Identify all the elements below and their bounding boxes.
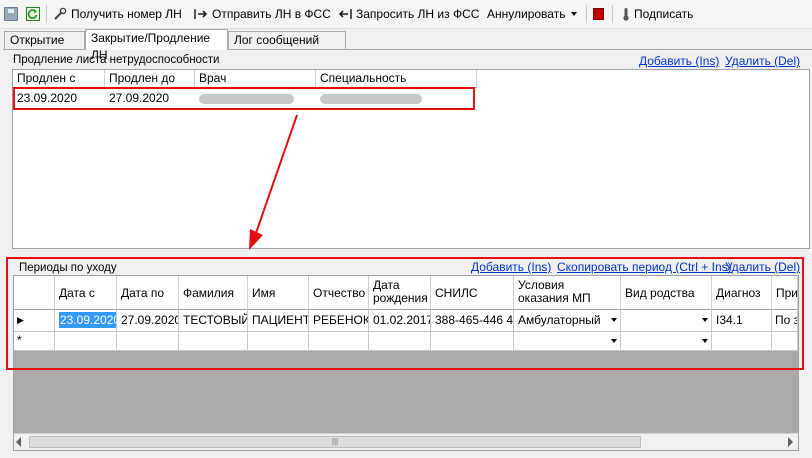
extension-delete-link[interactable]: Удалить (Del)	[725, 54, 800, 68]
extension-add-link[interactable]: Добавить (Ins)	[639, 54, 719, 68]
col-specialty[interactable]: Специальность	[316, 70, 477, 88]
get-number-button[interactable]: Получить номер ЛН	[53, 4, 182, 24]
col-extended-from[interactable]: Продлен с	[13, 70, 105, 88]
refresh-icon	[26, 7, 40, 21]
annotation-arrow	[249, 114, 298, 250]
sign-button[interactable]: Подписать	[622, 4, 693, 24]
request-fss-button[interactable]: Запросить ЛН из ФСС	[338, 4, 479, 24]
save-button[interactable]	[4, 4, 18, 24]
cancel-label: Аннулировать	[487, 7, 566, 21]
highlight-box-care-periods	[6, 257, 804, 370]
arrow-right-icon	[194, 7, 208, 21]
send-fss-label: Отправить ЛН в ФСС	[212, 7, 331, 21]
scroll-left-icon[interactable]	[16, 437, 21, 447]
extension-section-title: Продление листа нетрудоспособности	[13, 54, 220, 66]
request-fss-label: Запросить ЛН из ФСС	[356, 7, 480, 21]
floppy-disk-icon	[4, 7, 18, 21]
tools-icon	[53, 7, 67, 21]
send-fss-button[interactable]: Отправить ЛН в ФСС	[194, 4, 331, 24]
get-number-label: Получить номер ЛН	[71, 7, 182, 21]
stop-icon	[593, 8, 604, 20]
chevron-down-icon	[571, 12, 578, 16]
col-extended-to[interactable]: Продлен до	[105, 70, 195, 88]
arrow-left-icon	[338, 7, 352, 21]
tab-closing-extension[interactable]: Закрытие/Продление ЛН	[85, 29, 228, 62]
col-doctor[interactable]: Врач	[195, 70, 316, 88]
tab-fss-log[interactable]: Лог сообщений ФСС	[228, 31, 346, 64]
cancel-dropdown-button[interactable]: Аннулировать	[487, 4, 578, 24]
stop-button[interactable]	[593, 4, 604, 24]
tab-opening[interactable]: Открытие ЛН	[4, 31, 85, 64]
thermometer-icon	[622, 7, 630, 21]
refresh-button[interactable]	[26, 4, 40, 24]
sign-label: Подписать	[634, 7, 694, 21]
scroll-thumb[interactable]: |||	[29, 436, 641, 448]
horizontal-scrollbar[interactable]: |||	[14, 433, 798, 450]
scroll-right-icon[interactable]	[788, 437, 793, 447]
toolbar: Получить номер ЛН Отправить ЛН в ФСС Зап…	[0, 0, 812, 29]
